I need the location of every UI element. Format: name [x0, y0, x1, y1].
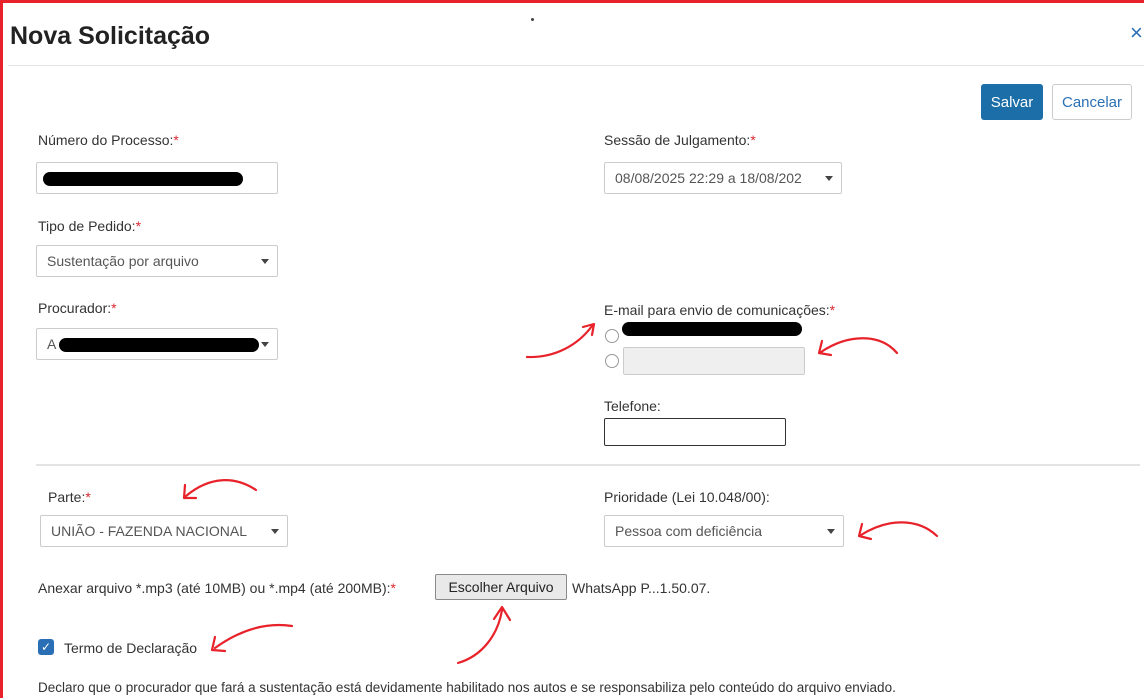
header-divider	[8, 65, 1144, 66]
email-label: E-mail para envio de comunicações:*	[604, 302, 836, 318]
procurador-label: Procurador:*	[38, 300, 117, 316]
termo-label: Termo de Declaração	[64, 640, 198, 656]
email-radio-1[interactable]	[605, 329, 619, 343]
annotation-arrow-parte	[182, 479, 258, 500]
prioridade-select[interactable]: Pessoa com deficiência	[604, 515, 844, 547]
redaction-mark	[43, 172, 243, 186]
annotation-arrow-file	[456, 605, 512, 665]
email-radio-2[interactable]	[605, 354, 619, 368]
check-icon[interactable]: ✓	[38, 639, 54, 655]
annotation-arrow-email-2	[817, 337, 899, 357]
chevron-down-icon	[825, 176, 833, 181]
annotation-arrow-email-1	[525, 322, 596, 359]
file-name-text: WhatsApp P...1.50.07.	[572, 580, 711, 596]
telefone-label: Telefone:	[604, 398, 661, 414]
redaction-mark	[622, 322, 802, 336]
procurador-select[interactable]: A	[36, 328, 278, 360]
parte-select[interactable]: UNIÃO - FAZENDA NACIONAL	[40, 515, 288, 547]
close-icon[interactable]: ×	[1130, 20, 1143, 46]
processo-input[interactable]	[36, 162, 278, 194]
email-other-input[interactable]	[623, 347, 805, 375]
tipo-pedido-select[interactable]: Sustentação por arquivo	[36, 245, 278, 277]
chevron-down-icon	[271, 529, 279, 534]
parte-label: Parte:*	[48, 489, 91, 505]
sessao-select[interactable]: 08/08/2025 22:29 a 18/08/202	[604, 162, 842, 194]
sessao-label: Sessão de Julgamento:*	[604, 132, 756, 148]
redaction-mark	[59, 338, 259, 352]
save-button[interactable]: Salvar	[981, 84, 1043, 120]
stray-dot	[531, 18, 534, 21]
chevron-down-icon	[261, 342, 269, 347]
tipo-pedido-label: Tipo de Pedido:*	[38, 218, 142, 234]
processo-label: Número do Processo:*	[38, 132, 179, 148]
declaracao-text: Declaro que o procurador que fará a sust…	[38, 680, 896, 695]
chevron-down-icon	[827, 529, 835, 534]
dialog-title: Nova Solicitação	[10, 22, 211, 50]
section-divider	[36, 464, 1140, 466]
choose-file-button[interactable]: Escolher Arquivo	[435, 574, 567, 600]
cancel-button[interactable]: Cancelar	[1052, 84, 1132, 120]
anexo-label: Anexar arquivo *.mp3 (até 10MB) ou *.mp4…	[38, 580, 396, 596]
prioridade-label: Prioridade (Lei 10.048/00):	[604, 489, 770, 505]
telefone-input[interactable]	[604, 418, 786, 446]
chevron-down-icon	[261, 259, 269, 264]
annotation-arrow-prioridade	[857, 521, 939, 541]
annotation-arrow-termo	[210, 623, 294, 653]
